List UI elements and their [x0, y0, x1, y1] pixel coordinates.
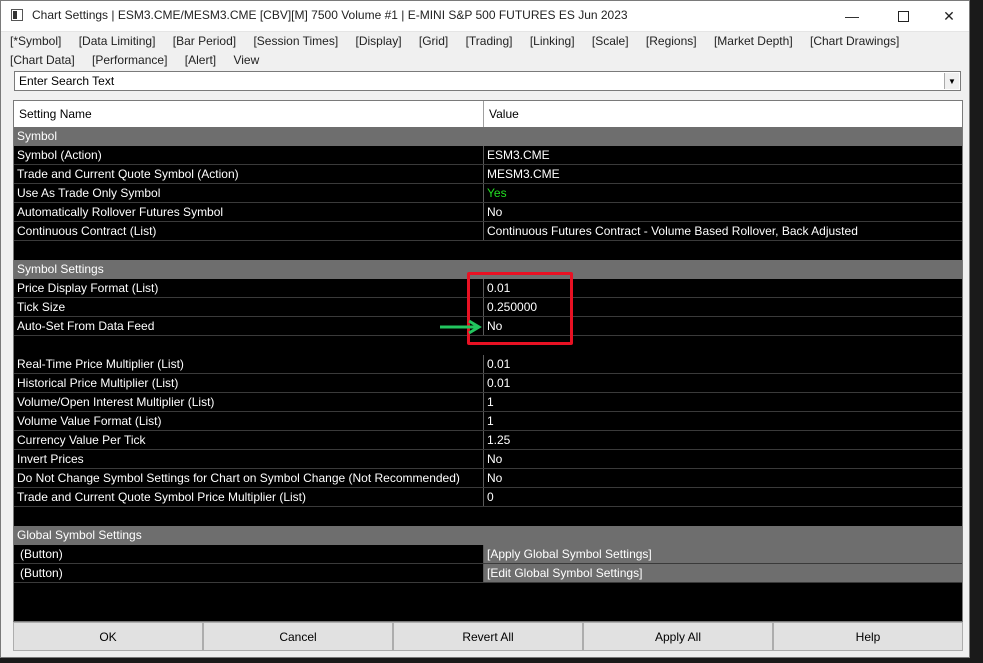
setting-value[interactable]: 1 — [484, 393, 962, 411]
table-row[interactable]: Trade and Current Quote Symbol (Action) … — [14, 165, 962, 184]
setting-name: (Button) — [14, 545, 484, 563]
section-label: Symbol — [17, 129, 58, 143]
setting-name: Historical Price Multiplier (List) — [14, 374, 484, 392]
tab-data-limiting[interactable]: [Data Limiting] — [79, 32, 156, 51]
column-header-setting-name[interactable]: Setting Name — [14, 101, 484, 127]
apply-global-symbol-settings-button[interactable]: [Apply Global Symbol Settings] — [484, 545, 962, 563]
setting-name: Volume/Open Interest Multiplier (List) — [14, 393, 484, 411]
setting-value[interactable]: 0.01 — [484, 374, 962, 392]
table-row[interactable]: Currency Value Per Tick 1.25 — [14, 431, 962, 450]
setting-value[interactable]: 1.25 — [484, 431, 962, 449]
section-label: Symbol Settings — [17, 262, 104, 276]
setting-value[interactable]: Yes — [484, 184, 962, 202]
table-row[interactable]: Volume/Open Interest Multiplier (List) 1 — [14, 393, 962, 412]
setting-value[interactable]: 1 — [484, 412, 962, 430]
apply-all-button[interactable]: Apply All — [583, 622, 773, 651]
app-icon — [11, 9, 23, 21]
setting-name: Volume Value Format (List) — [14, 412, 484, 430]
tab-trading[interactable]: [Trading] — [466, 32, 513, 51]
setting-value[interactable]: No — [484, 469, 962, 487]
setting-name: Currency Value Per Tick — [14, 431, 484, 449]
cancel-button[interactable]: Cancel — [203, 622, 393, 651]
tab-grid[interactable]: [Grid] — [419, 32, 448, 51]
spacer-row — [14, 241, 962, 260]
table-row[interactable]: Trade and Current Quote Symbol Price Mul… — [14, 488, 962, 507]
setting-name: Use As Trade Only Symbol — [14, 184, 484, 202]
search-input[interactable]: Enter Search Text ▼ — [14, 71, 961, 91]
help-button[interactable]: Help — [773, 622, 963, 651]
minimize-icon[interactable]: — — [829, 1, 875, 31]
setting-value[interactable]: No — [484, 203, 962, 221]
setting-name: Trade and Current Quote Symbol (Action) — [14, 165, 484, 183]
grid-header: Setting Name Value — [14, 101, 962, 128]
setting-name: Auto-Set From Data Feed — [14, 317, 484, 335]
tab-view[interactable]: View — [233, 51, 259, 70]
setting-value[interactable]: ESM3.CME — [484, 146, 962, 164]
column-header-value[interactable]: Value — [484, 101, 962, 127]
tab-display[interactable]: [Display] — [356, 32, 402, 51]
ok-button[interactable]: OK — [13, 622, 203, 651]
setting-value[interactable]: No — [484, 450, 962, 468]
setting-value[interactable]: MESM3.CME — [484, 165, 962, 183]
search-input-text: Enter Search Text — [19, 74, 115, 88]
setting-name: Continuous Contract (List) — [14, 222, 484, 240]
tab-chart-drawings[interactable]: [Chart Drawings] — [810, 32, 899, 51]
setting-name: Symbol (Action) — [14, 146, 484, 164]
chevron-down-icon[interactable]: ▼ — [944, 73, 959, 89]
tab-scale[interactable]: [Scale] — [592, 32, 629, 51]
chart-settings-window: Chart Settings | ESM3.CME/MESM3.CME [CBV… — [0, 0, 970, 658]
table-row[interactable]: Do Not Change Symbol Settings for Chart … — [14, 469, 962, 488]
settings-grid: Setting Name Value Symbol Symbol (Action… — [13, 100, 963, 622]
setting-name: Automatically Rollover Futures Symbol — [14, 203, 484, 221]
setting-name: Invert Prices — [14, 450, 484, 468]
revert-all-button[interactable]: Revert All — [393, 622, 583, 651]
setting-value[interactable]: 0 — [484, 488, 962, 506]
section-label: Global Symbol Settings — [17, 528, 142, 542]
window-title: Chart Settings | ESM3.CME/MESM3.CME [CBV… — [32, 8, 628, 22]
tab-symbol[interactable]: [*Symbol] — [10, 32, 61, 51]
tab-alert[interactable]: [Alert] — [185, 51, 216, 70]
table-row[interactable]: Symbol (Action) ESM3.CME — [14, 146, 962, 165]
tab-linking[interactable]: [Linking] — [530, 32, 575, 51]
table-row[interactable]: (Button) [Edit Global Symbol Settings] — [14, 564, 962, 583]
maximize-icon[interactable] — [880, 1, 926, 31]
tab-regions[interactable]: [Regions] — [646, 32, 697, 51]
tab-menu-bar: [*Symbol] [Data Limiting] [Bar Period] [… — [10, 32, 965, 70]
arrow-right-icon — [440, 319, 482, 335]
tab-session-times[interactable]: [Session Times] — [253, 32, 338, 51]
table-row[interactable]: (Button) [Apply Global Symbol Settings] — [14, 545, 962, 564]
tab-market-depth[interactable]: [Market Depth] — [714, 32, 793, 51]
table-row[interactable]: Continuous Contract (List) Continuous Fu… — [14, 222, 962, 241]
spacer-row — [14, 507, 962, 526]
setting-value[interactable]: 0.01 — [484, 355, 962, 373]
dialog-button-bar: OK Cancel Revert All Apply All Help — [13, 622, 963, 651]
edit-global-symbol-settings-button[interactable]: [Edit Global Symbol Settings] — [484, 564, 962, 582]
section-header-symbol: Symbol — [14, 127, 962, 146]
table-row[interactable]: Automatically Rollover Futures Symbol No — [14, 203, 962, 222]
table-row[interactable]: Historical Price Multiplier (List) 0.01 — [14, 374, 962, 393]
tab-performance[interactable]: [Performance] — [92, 51, 167, 70]
setting-name: Tick Size — [14, 298, 484, 316]
table-row[interactable]: Invert Prices No — [14, 450, 962, 469]
close-icon[interactable]: ✕ — [926, 1, 972, 31]
setting-name: Do Not Change Symbol Settings for Chart … — [14, 469, 484, 487]
section-header-global-symbol-settings: Global Symbol Settings — [14, 526, 962, 545]
setting-name: Trade and Current Quote Symbol Price Mul… — [14, 488, 484, 506]
table-row[interactable]: Use As Trade Only Symbol Yes — [14, 184, 962, 203]
setting-name: (Button) — [14, 564, 484, 582]
tab-chart-data[interactable]: [Chart Data] — [10, 51, 75, 70]
table-row[interactable]: Real-Time Price Multiplier (List) 0.01 — [14, 355, 962, 374]
title-bar[interactable]: Chart Settings | ESM3.CME/MESM3.CME [CBV… — [1, 1, 969, 32]
tab-bar-period[interactable]: [Bar Period] — [173, 32, 236, 51]
setting-name: Real-Time Price Multiplier (List) — [14, 355, 484, 373]
table-row[interactable]: Volume Value Format (List) 1 — [14, 412, 962, 431]
setting-value[interactable]: Continuous Futures Contract - Volume Bas… — [484, 222, 962, 240]
setting-name: Price Display Format (List) — [14, 279, 484, 297]
